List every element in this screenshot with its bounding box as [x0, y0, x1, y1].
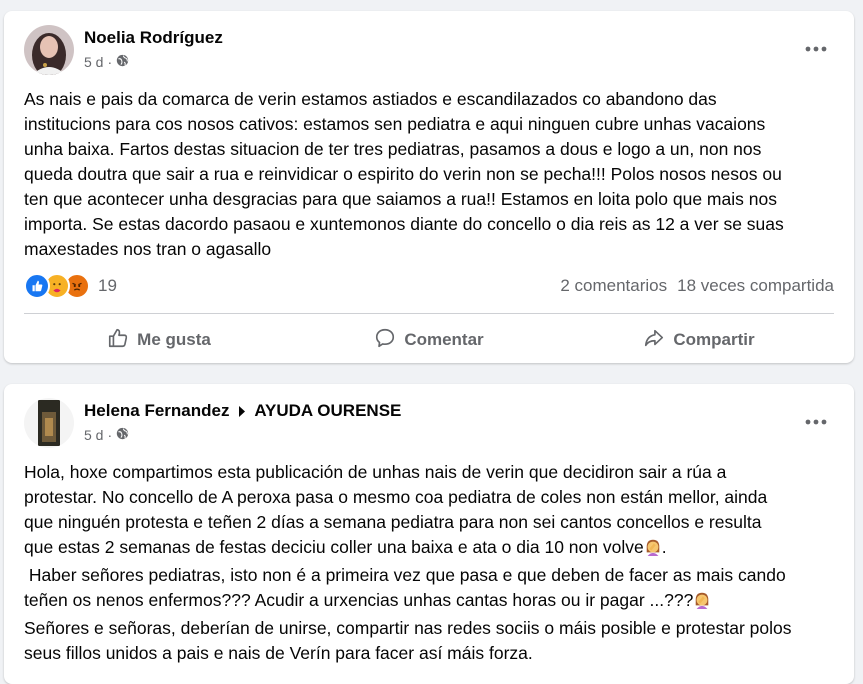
post-text-fragment: . [661, 537, 667, 557]
comment-count-link[interactable]: 2 comentarios [560, 276, 667, 296]
group-name[interactable]: AYUDA OURENSE [254, 401, 401, 420]
post-action-bar: Me gusta Comentar Compartir [24, 321, 834, 359]
like-reaction-icon [24, 273, 50, 299]
thumbs-up-icon [107, 327, 129, 354]
post-text: Hola, hoxe compartimos esta publicación … [24, 460, 839, 666]
post-time[interactable]: 5 d [84, 427, 103, 443]
divider [24, 313, 834, 314]
post-text-line: unha baixa. Fartos destas situacion de t… [24, 139, 762, 159]
separator: · [107, 427, 113, 443]
post-card: Noelia Rodríguez 5 d · As nais e pais da… [4, 11, 854, 363]
globe-icon [116, 54, 129, 70]
post-text-line: que ninguén protesta e teñen 2 días a se… [24, 512, 762, 532]
share-label: Compartir [673, 330, 755, 349]
post-text-line: Señores e señoras, deberían de unirse, c… [24, 618, 792, 638]
post-card: Helena Fernandez AYUDA OURENSE 5 d · Hol… [4, 384, 854, 684]
share-arrow-icon [643, 327, 665, 354]
post-time[interactable]: 5 d [84, 54, 103, 70]
post-text-line: ten que acontecer unha desgracias para q… [24, 189, 777, 209]
post-text-line: Hola, hoxe compartimos esta publicación … [24, 462, 727, 482]
share-count-link[interactable]: 18 veces compartida [677, 276, 834, 296]
like-label: Me gusta [137, 330, 211, 349]
woman-facepalming-icon [693, 591, 711, 616]
post-text-line: Haber señores pediatras, isto non é a pr… [24, 565, 786, 585]
comment-label: Comentar [404, 330, 484, 349]
post-author: Helena Fernandez AYUDA OURENSE [84, 401, 401, 421]
share-button[interactable]: Compartir [564, 321, 834, 359]
like-button[interactable]: Me gusta [24, 321, 294, 359]
caret-right-icon [238, 401, 246, 421]
post-meta: 5 d · [84, 54, 129, 70]
more-options-icon[interactable] [802, 39, 830, 59]
more-options-icon[interactable] [802, 412, 830, 432]
author-name[interactable]: Helena Fernandez [84, 401, 230, 420]
post-author[interactable]: Noelia Rodríguez [84, 28, 223, 48]
reaction-count[interactable]: 19 [98, 276, 117, 296]
post-text-fragment: teñen os nenos enfermos??? Acudir a urxe… [24, 590, 694, 610]
author-name[interactable]: Noelia Rodríguez [84, 28, 223, 47]
post-text-line: teñen os nenos enfermos??? Acudir a urxe… [24, 588, 839, 616]
post-text-line: maxestades nos tran o agasallo [24, 239, 272, 259]
post-text-line: institucions para cos nosos cativos: est… [24, 114, 766, 134]
globe-icon [116, 427, 129, 443]
post-text-line: protestar. No concello de A peroxa pasa … [24, 487, 768, 507]
engagement-counts: 2 comentarios 18 veces compartida [560, 276, 834, 296]
avatar[interactable] [24, 25, 74, 75]
post-text-line: As nais e pais da comarca de verin estam… [24, 89, 717, 109]
reaction-summary[interactable]: 19 [24, 273, 117, 299]
post-text-line: importa. Se estas dacordo pasaou e xunte… [24, 214, 784, 234]
comment-button[interactable]: Comentar [294, 321, 564, 359]
post-text-fragment: que estas 2 semanas de festas deciciu co… [24, 537, 644, 557]
post-meta: 5 d · [84, 427, 129, 443]
post-text-line: que estas 2 semanas de festas deciciu co… [24, 535, 839, 563]
separator: · [107, 54, 113, 70]
post-text: As nais e pais da comarca de verin estam… [24, 87, 839, 262]
post-text-line: queda doutra que sair a rua e reinvidica… [24, 164, 782, 184]
woman-facepalming-icon [644, 538, 662, 563]
avatar[interactable] [24, 398, 74, 448]
post-text-line: seus fillos unidos a pais e nais de Verí… [24, 643, 533, 663]
comment-icon [374, 327, 396, 354]
